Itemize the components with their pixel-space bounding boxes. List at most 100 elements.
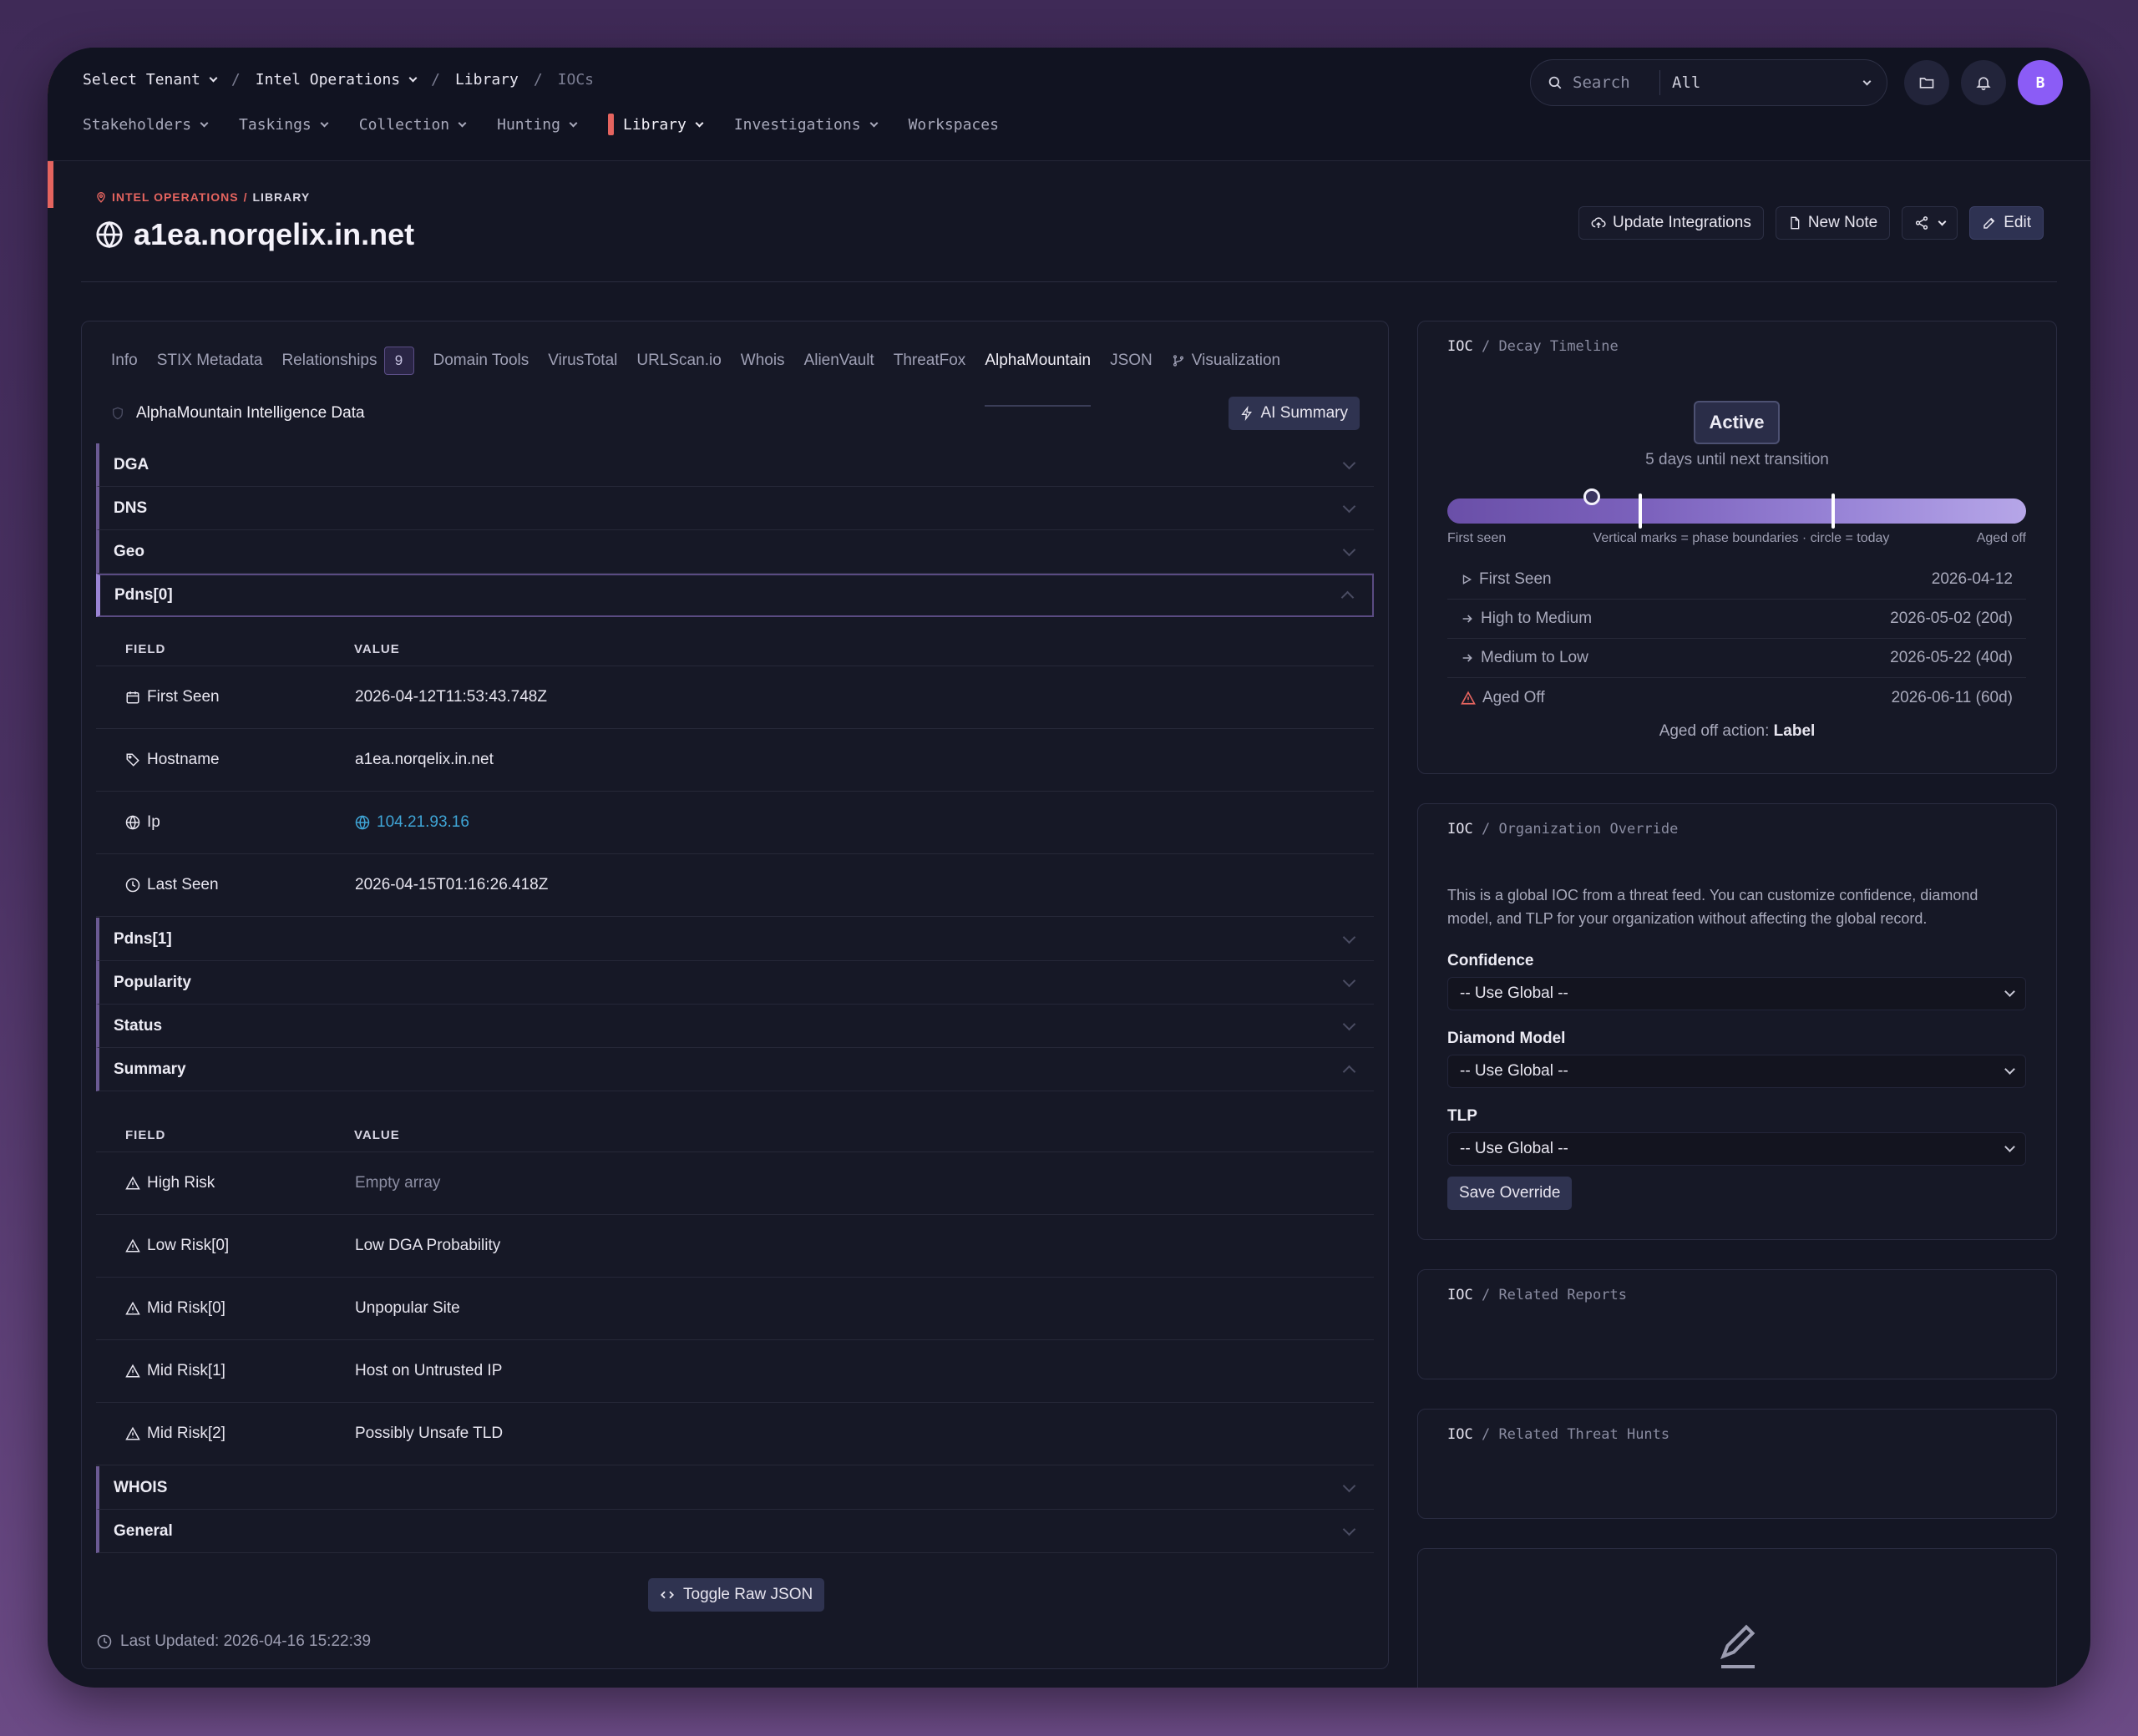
arrow-right-icon <box>1462 654 1472 662</box>
related-threat-hunts-card: IOC / Related Threat Hunts <box>1417 1409 2057 1519</box>
nav-collection[interactable]: Collection <box>359 116 467 134</box>
card-title: IOC / Decay Timeline <box>1447 338 1619 355</box>
button-label: Toggle Raw JSON <box>683 1586 813 1603</box>
organization-override-card: IOC / Organization Override This is a gl… <box>1417 803 2057 1240</box>
nav-stakeholders[interactable]: Stakeholders <box>83 116 209 134</box>
bell-icon <box>1976 77 1991 91</box>
row-label-text: Aged Off <box>1482 688 1545 706</box>
field-label: Mid Risk[2] <box>147 1425 225 1442</box>
chevron-up-icon <box>1340 590 1355 605</box>
nav-workspaces[interactable]: Workspaces <box>909 116 999 134</box>
confidence-select[interactable]: -- Use Global -- <box>1447 977 2026 1010</box>
folder-button[interactable] <box>1904 60 1949 105</box>
new-note-button[interactable]: New Note <box>1775 206 1891 240</box>
accordion-general[interactable]: General <box>96 1510 1374 1553</box>
accordion-label: Pdns[1] <box>114 929 172 948</box>
button-label: AI Summary <box>1260 404 1348 422</box>
shield-icon <box>113 407 123 420</box>
edit-icon <box>1983 217 1995 229</box>
value-cell: Empty array <box>355 1174 441 1192</box>
accordion-summary[interactable]: Summary <box>96 1048 1374 1091</box>
value-cell: 2026-04-12T11:53:43.748Z <box>355 688 547 706</box>
accordion-label: WHOIS <box>114 1478 168 1496</box>
tab-visualization[interactable]: Visualization <box>1172 352 1280 373</box>
search-scope-select[interactable]: All <box>1660 73 1887 92</box>
accordion-whois[interactable]: WHOIS <box>96 1466 1374 1510</box>
accordion-label: Popularity <box>114 973 191 991</box>
accordion-dga[interactable]: DGA <box>96 443 1374 487</box>
tab-domain-tools[interactable]: Domain Tools <box>433 352 529 373</box>
field-cell: Mid Risk[0] <box>125 1299 225 1318</box>
chevron-down-icon <box>1342 499 1356 513</box>
timeline-row-value: 2026-05-02 (20d) <box>1890 610 2013 627</box>
ai-summary-button[interactable]: AI Summary <box>1229 397 1360 430</box>
accordion-pdns-0[interactable]: Pdns[0] <box>96 574 1374 617</box>
field-label: Ip <box>147 813 160 831</box>
calendar-icon <box>126 691 139 704</box>
breadcrumb-section[interactable]: Intel Operations <box>256 71 418 89</box>
chevron-down-icon <box>1342 456 1356 469</box>
search-input[interactable]: Search <box>1531 70 1660 95</box>
phase-boundary-marker <box>1831 493 1836 529</box>
update-integrations-button[interactable]: Update Integrations <box>1578 206 1764 240</box>
tab-stix-metadata[interactable]: STIX Metadata <box>157 352 263 373</box>
play-icon <box>1462 574 1472 585</box>
tab-alienvault[interactable]: AlienVault <box>804 352 874 373</box>
card-title-prefix: IOC <box>1447 821 1473 838</box>
tab-urlscan[interactable]: URLScan.io <box>636 352 721 373</box>
tab-virustotal[interactable]: VirusTotal <box>548 352 617 373</box>
nav-investigations[interactable]: Investigations <box>734 116 879 134</box>
nav-taskings[interactable]: Taskings <box>239 116 329 134</box>
share-menu-button[interactable] <box>1902 206 1958 240</box>
global-search[interactable]: Search All <box>1530 59 1887 106</box>
tab-info[interactable]: Info <box>111 352 138 373</box>
accordion-label: General <box>114 1521 173 1540</box>
accordion-popularity[interactable]: Popularity <box>96 961 1374 1005</box>
tab-whois[interactable]: Whois <box>741 352 785 373</box>
tlp-select[interactable]: -- Use Global -- <box>1447 1132 2026 1166</box>
select-value: -- Use Global -- <box>1460 1140 1568 1157</box>
row-label-text: High to Medium <box>1481 610 1593 627</box>
notifications-button[interactable] <box>1961 60 2006 105</box>
last-updated: Last Updated: 2026-04-16 15:22:39 <box>97 1632 371 1651</box>
edit-button[interactable]: Edit <box>1969 206 2044 240</box>
avatar[interactable]: B <box>2018 60 2063 105</box>
card-title: IOC / Related Threat Hunts <box>1447 1426 1670 1443</box>
table-row: Mid Risk[2] Possibly Unsafe TLD <box>96 1403 1374 1465</box>
breadcrumb-page[interactable]: Library <box>455 71 519 89</box>
count-badge: 9 <box>383 347 414 375</box>
value-cell: Unpopular Site <box>355 1299 460 1317</box>
tab-relationships[interactable]: Relationships 9 <box>281 347 414 378</box>
accordion-label: Summary <box>114 1060 186 1078</box>
timeline-row-value: 2026-04-12 <box>1931 570 2013 588</box>
nav-hunting[interactable]: Hunting <box>497 116 578 134</box>
globe-icon <box>125 815 140 830</box>
field-label: Last Seen <box>147 876 219 893</box>
accordion-status[interactable]: Status <box>96 1005 1374 1048</box>
tenant-selector[interactable]: Select Tenant <box>83 71 218 89</box>
tab-threatfox[interactable]: ThreatFox <box>894 352 966 373</box>
timeline-row-label: High to Medium <box>1461 610 1592 628</box>
nav-library[interactable]: Library <box>607 114 704 135</box>
accordion-dns[interactable]: DNS <box>96 487 1374 530</box>
column-header-value: VALUE <box>354 1128 400 1142</box>
save-override-button[interactable]: Save Override <box>1447 1177 1573 1210</box>
card-title-prefix: IOC <box>1447 1287 1473 1303</box>
diamond-model-select[interactable]: -- Use Global -- <box>1447 1055 2026 1088</box>
decay-timeline-bar <box>1447 499 2026 524</box>
accordion-pdns-1[interactable]: Pdns[1] <box>96 918 1374 961</box>
ip-link[interactable]: 104.21.93.16 <box>355 813 469 832</box>
ip-value: 104.21.93.16 <box>377 813 469 831</box>
chevron-down-icon <box>2004 1064 2015 1075</box>
toggle-raw-json-button[interactable]: Toggle Raw JSON <box>648 1578 825 1612</box>
chevron-down-icon <box>2004 1141 2015 1152</box>
accordion-geo[interactable]: Geo <box>96 530 1374 574</box>
timeline-label-start: First seen <box>1447 531 1507 545</box>
breadcrumb-separator: / <box>431 71 440 89</box>
tab-json[interactable]: JSON <box>1110 352 1153 373</box>
chevron-up-icon <box>1342 1065 1356 1078</box>
tab-alphamountain[interactable]: AlphaMountain <box>985 352 1091 407</box>
warning-icon <box>125 1176 140 1190</box>
globe-icon <box>355 815 370 830</box>
field-cell: First Seen <box>125 688 220 706</box>
